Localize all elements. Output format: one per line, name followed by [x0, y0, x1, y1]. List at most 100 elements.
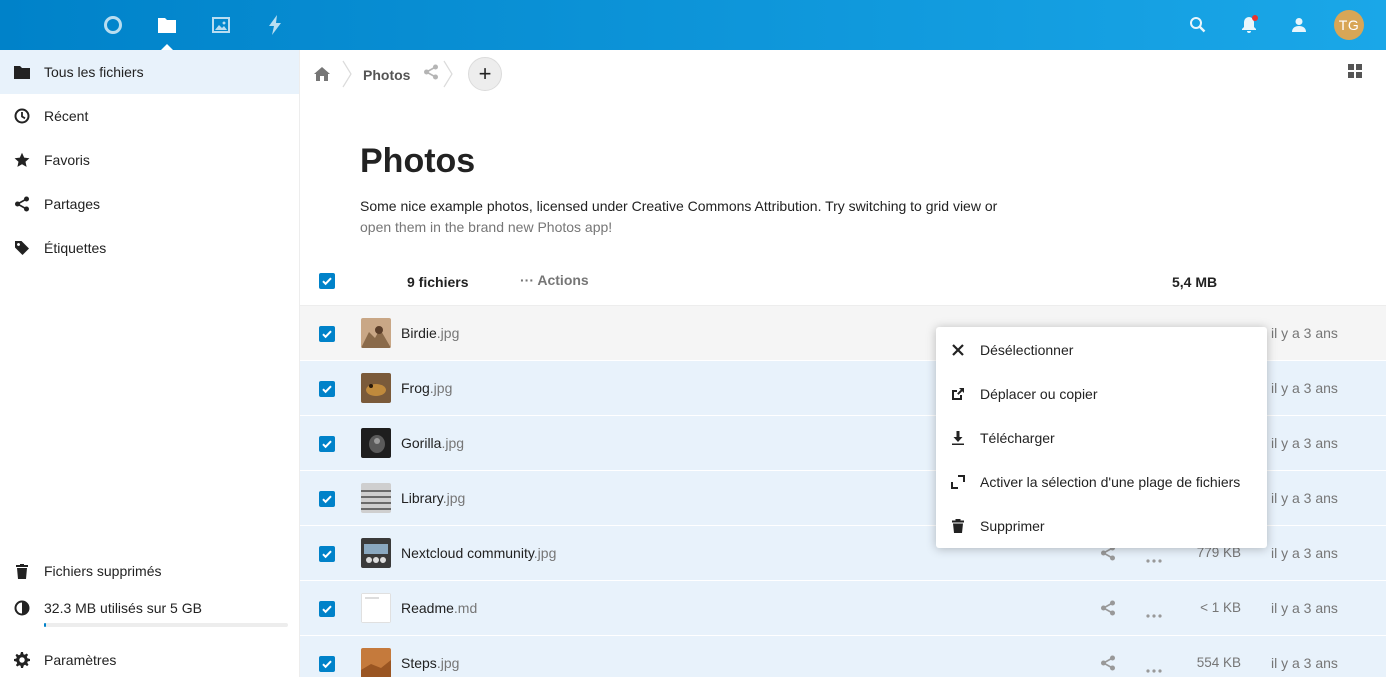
- file-thumbnail: [361, 428, 391, 458]
- grid-view-toggle[interactable]: [1348, 64, 1362, 83]
- checkmark-icon: [322, 440, 332, 449]
- lightning-icon: [269, 15, 281, 35]
- breadcrumb-share[interactable]: [423, 64, 439, 85]
- select-all-checkbox[interactable]: [319, 273, 335, 289]
- row-share-button[interactable]: [1100, 655, 1116, 676]
- file-name[interactable]: Gorilla.jpg: [401, 435, 464, 451]
- checkmark-icon: [322, 277, 332, 286]
- row-checkbox[interactable]: [319, 601, 335, 617]
- file-size: < 1 KB: [1200, 600, 1241, 615]
- sidebar-item-settings[interactable]: Paramètres: [0, 638, 299, 677]
- breadcrumb-home[interactable]: [312, 62, 332, 86]
- row-checkbox[interactable]: [319, 656, 335, 672]
- quota-progress-bar: [44, 623, 288, 627]
- total-size: 5,4 MB: [1172, 274, 1218, 290]
- row-checkbox[interactable]: [319, 381, 335, 397]
- sidebar-item-tags[interactable]: Étiquettes: [0, 226, 299, 270]
- contacts-button[interactable]: [1277, 0, 1321, 50]
- actions-menu-button[interactable]: ··· Actions: [520, 272, 589, 288]
- app-photos[interactable]: [194, 0, 248, 50]
- menu-item-range-select[interactable]: Activer la sélection d'une plage de fich…: [936, 460, 1267, 504]
- download-icon: [952, 431, 964, 445]
- row-more-button[interactable]: [1146, 660, 1162, 677]
- quota-progress-fill: [44, 623, 46, 627]
- description-more-text[interactable]: open them in the brand new Photos app!: [360, 219, 612, 235]
- search-icon: [1190, 17, 1206, 33]
- file-name[interactable]: Nextcloud community.jpg: [401, 545, 556, 561]
- file-name[interactable]: Steps.jpg: [401, 655, 459, 671]
- menu-item-label: Déplacer ou copier: [980, 386, 1098, 402]
- menu-item-label: Désélectionner: [980, 342, 1074, 358]
- row-share-button[interactable]: [1100, 600, 1116, 621]
- breadcrumb-separator: [443, 60, 453, 88]
- checkmark-icon: [322, 495, 332, 504]
- notifications-button[interactable]: [1227, 0, 1271, 50]
- user-avatar[interactable]: TG: [1334, 10, 1364, 40]
- file-name[interactable]: Library.jpg: [401, 490, 465, 506]
- app-activity[interactable]: [248, 0, 302, 50]
- sidebar-item-all-files[interactable]: Tous les fichiers: [0, 50, 299, 94]
- file-thumbnail: [361, 593, 391, 623]
- file-thumbnail: [361, 373, 391, 403]
- sidebar-item-shares[interactable]: Partages: [0, 182, 299, 226]
- close-icon: [952, 344, 964, 356]
- breadcrumb-current[interactable]: Photos: [363, 67, 410, 83]
- sidebar-item-label: Paramètres: [44, 652, 117, 668]
- table-row[interactable]: Steps.jpg 554 KB il y a 3 ans: [300, 636, 1386, 677]
- sidebar-item-favorites[interactable]: Favoris: [0, 138, 299, 182]
- file-name[interactable]: Birdie.jpg: [401, 325, 459, 341]
- star-icon: [14, 152, 30, 167]
- row-share-button[interactable]: [1100, 545, 1116, 566]
- file-thumbnail: [361, 648, 391, 677]
- sidebar-item-label: Partages: [44, 196, 101, 212]
- file-thumbnail: [361, 538, 391, 568]
- file-modified: il y a 3 ans: [1271, 325, 1338, 341]
- sidebar-item-label: Favoris: [44, 152, 90, 168]
- row-checkbox[interactable]: [319, 546, 335, 562]
- new-button[interactable]: +: [468, 57, 502, 91]
- row-checkbox[interactable]: [319, 436, 335, 452]
- row-checkbox[interactable]: [319, 491, 335, 507]
- notification-dot: [1252, 15, 1258, 21]
- menu-item-move-copy[interactable]: Déplacer ou copier: [936, 372, 1267, 416]
- folder-icon: [158, 18, 176, 33]
- app-navigation: Tous les fichiers Récent Favoris Partage…: [0, 50, 300, 677]
- file-thumbnail: [361, 483, 391, 513]
- file-modified: il y a 3 ans: [1271, 435, 1338, 451]
- app-files[interactable]: [140, 0, 194, 50]
- trash-icon: [952, 519, 964, 533]
- tag-icon: [15, 241, 29, 255]
- file-list-header: 9 fichiers ··· Actions 5,4 MB: [300, 260, 1386, 306]
- app-dashboard[interactable]: [86, 0, 140, 50]
- file-modified: il y a 3 ans: [1271, 655, 1338, 671]
- menu-item-delete[interactable]: Supprimer: [936, 504, 1267, 548]
- external-move-icon: [952, 388, 964, 400]
- share-icon: [1101, 600, 1115, 616]
- search-button[interactable]: [1176, 0, 1220, 50]
- share-icon: [15, 196, 29, 212]
- row-more-button[interactable]: [1146, 605, 1162, 623]
- checkmark-icon: [322, 660, 332, 669]
- image-icon: [212, 17, 230, 33]
- menu-item-deselect[interactable]: Désélectionner: [936, 328, 1267, 372]
- sidebar-item-label: Étiquettes: [44, 240, 107, 256]
- table-row[interactable]: Readme.md < 1 KB il y a 3 ans: [300, 581, 1386, 636]
- folder-title: Photos: [360, 142, 476, 180]
- app-header: TG: [0, 0, 1386, 50]
- range-select-icon: [951, 475, 965, 489]
- row-more-button[interactable]: [1146, 550, 1162, 568]
- more-horizontal-icon: [1146, 559, 1162, 563]
- menu-item-download[interactable]: Télécharger: [936, 416, 1267, 460]
- share-icon: [424, 64, 438, 80]
- circle-icon: [104, 16, 122, 34]
- row-checkbox[interactable]: [319, 326, 335, 342]
- file-name[interactable]: Readme.md: [401, 600, 477, 616]
- pie-chart-icon: [14, 600, 30, 616]
- menu-item-label: Activer la sélection d'une plage de fich…: [980, 474, 1241, 490]
- sidebar-item-recent[interactable]: Récent: [0, 94, 299, 138]
- checkmark-icon: [322, 605, 332, 614]
- home-icon: [314, 67, 330, 81]
- file-modified: il y a 3 ans: [1271, 490, 1338, 506]
- file-name[interactable]: Frog.jpg: [401, 380, 452, 396]
- contacts-icon: [1292, 18, 1306, 32]
